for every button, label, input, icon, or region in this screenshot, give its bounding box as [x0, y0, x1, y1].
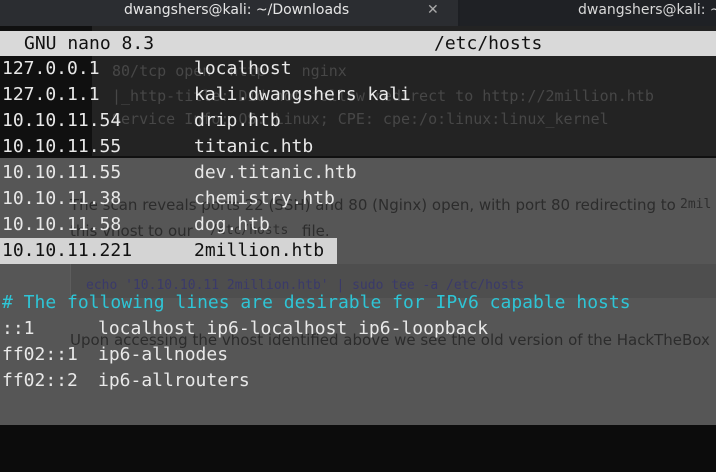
- hosts-hostname: dev.titanic.htb: [194, 162, 357, 183]
- hosts-line[interactable]: 10.10.11.54 drip.htb: [0, 108, 281, 134]
- hosts-ip: 127.0.1.1: [2, 84, 100, 105]
- hosts-line[interactable]: 10.10.11.55 dev.titanic.htb: [0, 160, 357, 186]
- comment-text: # The following lines are desirable for …: [2, 292, 631, 313]
- hosts-ip: 10.10.11.38: [2, 188, 122, 209]
- tab-home[interactable]: dwangshers@kali: ~/: [460, 0, 716, 26]
- hosts-ip: 10.10.11.54: [2, 110, 122, 131]
- hosts-line[interactable]: 127.0.1.1 kali.dwangshers kali: [0, 82, 411, 108]
- hosts-line[interactable]: 10.10.11.55 titanic.htb: [0, 134, 313, 160]
- hosts-hostname: drip.htb: [194, 110, 281, 131]
- hosts-line[interactable]: ff02::2 ip6-allrouters: [0, 368, 250, 394]
- hosts-line[interactable]: 127.0.0.1 localhost: [0, 56, 292, 82]
- hosts-line[interactable]: ::1 localhost ip6-localhost ip6-loopback: [0, 316, 488, 342]
- hosts-line[interactable]: ff02::1 ip6-allnodes: [0, 342, 228, 368]
- hosts-hostname: ip6-allrouters: [98, 370, 250, 391]
- hosts-ip: ff02::2: [2, 370, 78, 391]
- tab-title: dwangshers@kali: ~/Downloads: [124, 2, 350, 18]
- hosts-hostname: kali.dwangshers kali: [194, 84, 411, 105]
- hosts-ip: 10.10.11.55: [2, 136, 122, 157]
- hosts-ip: ::1: [2, 318, 35, 339]
- terminal-tab-bar: dwangshers@kali: ~/Downloads ✕ dwangsher…: [0, 0, 716, 26]
- nano-title-bar: GNU nano 8.3 /etc/hosts: [0, 31, 716, 56]
- tab-title: dwangshers@kali: ~/: [578, 2, 716, 18]
- hosts-hostname: titanic.htb: [194, 136, 314, 157]
- hosts-hostname: chemistry.htb: [194, 188, 335, 209]
- hosts-comment[interactable]: # The following lines are desirable for …: [0, 290, 631, 316]
- hosts-hostname: 2million.htb: [194, 240, 325, 261]
- hosts-ip: 10.10.11.58: [2, 214, 122, 235]
- hosts-hostname: localhost ip6-localhost ip6-loopback: [98, 318, 489, 339]
- hosts-hostname: localhost: [194, 58, 292, 79]
- hosts-hostname: dog.htb: [194, 214, 270, 235]
- nano-version: GNU nano 8.3: [24, 33, 155, 54]
- hosts-ip: 10.10.11.221: [2, 240, 133, 261]
- hosts-line[interactable]: 10.10.11.38 chemistry.htb: [0, 186, 335, 212]
- hosts-ip: 10.10.11.55: [2, 162, 122, 183]
- hosts-line-selected[interactable]: 10.10.11.221 2million.htb: [0, 238, 337, 264]
- hosts-ip: 127.0.0.1: [2, 58, 100, 79]
- nano-filename: /etc/hosts: [434, 33, 543, 54]
- nano-editor[interactable]: GNU nano 8.3 /etc/hosts 127.0.0.1 localh…: [0, 31, 716, 425]
- tab-downloads[interactable]: dwangshers@kali: ~/Downloads ✕: [0, 0, 458, 26]
- hosts-hostname: ip6-allnodes: [98, 344, 229, 365]
- hosts-ip: ff02::1: [2, 344, 78, 365]
- close-icon[interactable]: ✕: [427, 0, 439, 20]
- hosts-line[interactable]: 10.10.11.58 dog.htb: [0, 212, 270, 238]
